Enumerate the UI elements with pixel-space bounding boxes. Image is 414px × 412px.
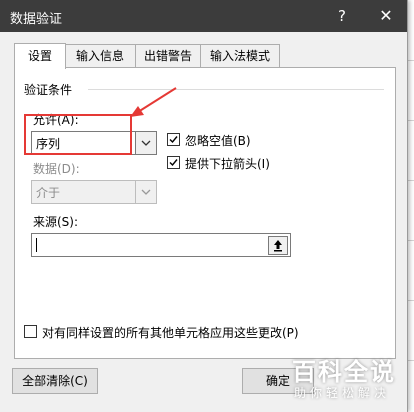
check-icon — [169, 159, 178, 167]
dialog-title: 数据验证 — [10, 12, 63, 27]
chevron-down-icon — [141, 140, 151, 146]
tab-error-alert[interactable]: 出错警告 — [135, 44, 201, 68]
watermark-title: 百科全说 — [292, 358, 396, 386]
source-label: 来源(S): — [33, 215, 79, 229]
tab-ime-mode[interactable]: 输入法模式 — [200, 44, 280, 68]
dialog-titlebar[interactable]: 数据验证 ? ✕ — [0, 0, 407, 32]
ignore-blank-label[interactable]: 忽略空值(B) — [185, 132, 251, 149]
range-select-button[interactable] — [268, 236, 288, 255]
settings-panel: 验证条件 允许(A): 序列 忽略空值(B) 提供下拉箭头(I) 数据(D): … — [14, 67, 396, 359]
collapse-arrow-icon — [274, 240, 282, 252]
chevron-down-icon — [141, 189, 151, 195]
text-caret — [36, 238, 37, 252]
check-icon — [169, 136, 178, 144]
data-select: 介于 — [31, 180, 157, 204]
in-cell-dropdown-checkbox[interactable] — [167, 156, 180, 169]
clear-all-button[interactable]: 全部清除(C) — [12, 368, 98, 394]
annotation-arrow-icon — [130, 87, 177, 117]
tab-settings[interactable]: 设置 — [14, 43, 66, 69]
data-dropdown-button — [135, 181, 156, 203]
data-label: 数据(D): — [33, 162, 80, 176]
allow-dropdown-button[interactable] — [135, 132, 156, 154]
watermark-logo: 百科全说 助你轻松解决 — [280, 352, 404, 408]
ignore-blank-checkbox[interactable] — [167, 133, 180, 146]
apply-all-checkbox[interactable] — [24, 325, 37, 338]
watermark-subtitle: 助你轻松解决 — [294, 386, 391, 400]
tab-input-message[interactable]: 输入信息 — [64, 44, 136, 68]
data-validation-dialog: 数据验证 ? ✕ 设置 输入信息 出错警告 输入法模式 验证条件 允许(A): … — [0, 0, 408, 412]
validation-criteria-label: 验证条件 — [24, 83, 73, 97]
in-cell-dropdown-label[interactable]: 提供下拉箭头(I) — [185, 155, 270, 172]
apply-all-label[interactable]: 对有同样设置的所有其他单元格应用这些更改(P) — [42, 324, 299, 341]
data-select-value: 介于 — [36, 186, 61, 200]
highlight-box — [24, 114, 132, 155]
source-input[interactable] — [31, 233, 291, 257]
help-button[interactable]: ? — [322, 0, 362, 32]
close-button[interactable]: ✕ — [366, 0, 406, 32]
